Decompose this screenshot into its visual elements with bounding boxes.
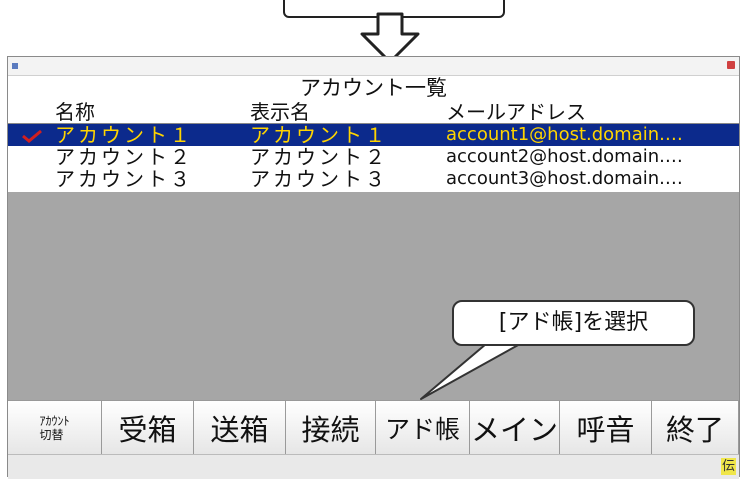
instruction-callout: [アド帳]を選択 bbox=[452, 300, 695, 346]
account-mail: account3@host.domain.… bbox=[446, 168, 683, 189]
list-title: アカウント一覧 bbox=[300, 76, 447, 100]
bottom-toolbar: ｱｶｳﾝﾄ 切替 受箱 送箱 接続 アド帳 メイン 呼音 終了 bbox=[8, 400, 739, 455]
inbox-button[interactable]: 受箱 bbox=[102, 401, 194, 455]
header-name[interactable]: 名称 bbox=[55, 101, 245, 123]
account-display-name: アカウント３ bbox=[250, 168, 388, 190]
address-book-button[interactable]: アド帳 bbox=[376, 401, 470, 455]
account-display-name: アカウント２ bbox=[250, 146, 388, 168]
main-button[interactable]: メイン bbox=[470, 401, 560, 455]
list-empty-area bbox=[8, 192, 739, 400]
status-bar: 伝 bbox=[8, 454, 739, 479]
header-mail-address[interactable]: メールアドレス bbox=[446, 101, 736, 123]
close-icon[interactable] bbox=[727, 61, 735, 69]
title-bar bbox=[8, 57, 739, 76]
account-switch-button[interactable]: ｱｶｳﾝﾄ 切替 bbox=[8, 401, 102, 455]
checkmark-icon bbox=[22, 129, 42, 143]
ringtone-button[interactable]: 呼音 bbox=[560, 401, 652, 455]
account-display-name: アカウント１ bbox=[250, 124, 388, 146]
table-row[interactable]: アカウント１ アカウント１ account1@host.domain.… bbox=[8, 124, 739, 146]
outbox-button[interactable]: 送箱 bbox=[194, 401, 286, 455]
exit-button[interactable]: 終了 bbox=[652, 401, 739, 455]
mail-window: アカウント一覧 名称 表示名 メールアドレス アカウント１ アカウント１ acc… bbox=[7, 56, 740, 479]
table-row[interactable]: アカウント２ アカウント２ account2@host.domain.… bbox=[8, 146, 739, 168]
app-icon bbox=[12, 63, 18, 69]
connect-button[interactable]: 接続 bbox=[286, 401, 376, 455]
account-name: アカウント１ bbox=[55, 124, 193, 146]
table-row[interactable]: アカウント３ アカウント３ account3@host.domain.… bbox=[8, 168, 739, 190]
table-header: 名称 表示名 メールアドレス bbox=[8, 101, 739, 124]
header-display-name[interactable]: 表示名 bbox=[250, 101, 440, 123]
account-mail: account1@host.domain.… bbox=[446, 124, 683, 145]
account-list: アカウント１ アカウント１ account1@host.domain.… アカウ… bbox=[8, 124, 739, 190]
account-name: アカウント３ bbox=[55, 168, 193, 190]
account-name: アカウント２ bbox=[55, 146, 193, 168]
status-indicator-icon: 伝 bbox=[721, 458, 736, 475]
account-mail: account2@host.domain.… bbox=[446, 146, 683, 167]
